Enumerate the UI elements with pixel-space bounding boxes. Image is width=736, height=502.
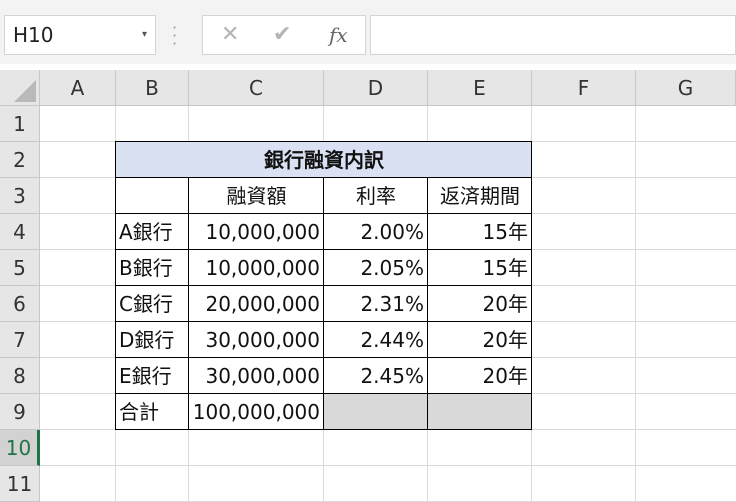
row-header-11[interactable]: 11 [0,466,40,502]
column-header-f[interactable]: F [532,70,636,106]
data-cell[interactable]: 10,000,000 [189,214,324,250]
total-cell[interactable] [428,394,532,430]
row-header-8[interactable]: 8 [0,358,40,394]
data-cell[interactable]: 10,000,000 [189,250,324,286]
bank-name-cell[interactable]: D銀行 [116,322,189,358]
table-border [115,141,532,142]
gridline-row [40,465,736,466]
column-header-d[interactable]: D [324,70,428,106]
total-cell[interactable] [324,394,428,430]
check-icon[interactable]: ✔ [273,22,291,47]
data-cell[interactable]: 15年 [428,214,532,250]
table-border [323,177,324,430]
header-cell[interactable] [116,178,189,214]
select-all-corner[interactable] [0,70,40,106]
bank-name-cell[interactable]: C銀行 [116,286,189,322]
data-cell[interactable]: 30,000,000 [189,322,324,358]
cancel-icon[interactable]: ✕ [221,22,239,47]
table-border [531,141,532,430]
total-label-cell[interactable]: 合計 [116,394,189,430]
bank-name-cell[interactable]: B銀行 [116,250,189,286]
row-header-4[interactable]: 4 [0,214,40,250]
total-cell[interactable]: 100,000,000 [189,394,324,430]
column-header-g[interactable]: G [636,70,736,106]
row-header-10[interactable]: 10 [0,430,40,466]
header-cell[interactable]: 利率 [324,178,428,214]
formula-bar: H10 ▾ · · · ✕ ✔ fx [0,0,736,64]
chevron-down-icon[interactable]: ▾ [142,16,147,54]
column-header-a[interactable]: A [40,70,116,106]
data-cell[interactable]: 20年 [428,322,532,358]
table-border [427,177,428,430]
table-border [188,177,189,430]
row-header-3[interactable]: 3 [0,178,40,214]
row-header-9[interactable]: 9 [0,394,40,430]
formula-input[interactable] [370,15,736,55]
bank-name-cell[interactable]: E銀行 [116,358,189,394]
name-box[interactable]: H10 ▾ [4,15,156,55]
column-header-e[interactable]: E [428,70,532,106]
header-cell[interactable]: 返済期間 [428,178,532,214]
gridline-col [635,106,636,502]
header-cell[interactable]: 融資額 [189,178,324,214]
data-cell[interactable]: 2.31% [324,286,428,322]
data-cell[interactable]: 2.00% [324,214,428,250]
table-title-cell[interactable]: 銀行融資内訳 [116,142,532,178]
row-header-7[interactable]: 7 [0,322,40,358]
row-header-6[interactable]: 6 [0,286,40,322]
row-header-5[interactable]: 5 [0,250,40,286]
data-cell[interactable]: 15年 [428,250,532,286]
data-cell[interactable]: 2.05% [324,250,428,286]
row-header-1[interactable]: 1 [0,106,40,142]
data-cell[interactable]: 2.45% [324,358,428,394]
name-box-value: H10 [13,23,54,47]
column-header-c[interactable]: C [189,70,324,106]
row-header-2[interactable]: 2 [0,142,40,178]
column-header-b[interactable]: B [116,70,189,106]
data-cell[interactable]: 20,000,000 [189,286,324,322]
data-cell[interactable]: 30,000,000 [189,358,324,394]
data-cell[interactable]: 20年 [428,286,532,322]
formula-buttons: ✕ ✔ fx [202,15,366,55]
data-cell[interactable]: 20年 [428,358,532,394]
insert-function-icon[interactable]: fx [329,23,348,47]
table-border [115,141,116,430]
bank-name-cell[interactable]: A銀行 [116,214,189,250]
select-all-icon [14,80,36,102]
data-cell[interactable]: 2.44% [324,322,428,358]
more-icon[interactable]: · · · [172,20,177,52]
